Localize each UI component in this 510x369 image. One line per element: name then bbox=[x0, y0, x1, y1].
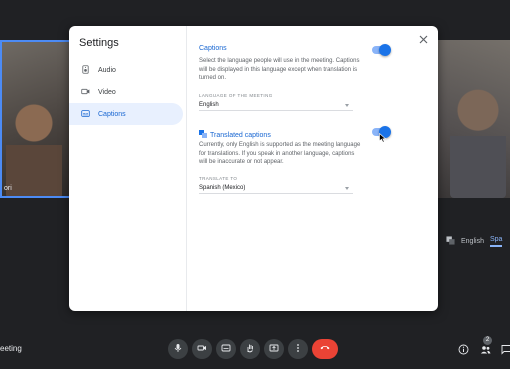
settings-sidebar: Settings Audio Video Captions bbox=[69, 26, 187, 311]
participant-video bbox=[450, 76, 506, 198]
nav-item-video[interactable]: Video bbox=[69, 81, 183, 103]
end-call-button[interactable] bbox=[312, 339, 338, 359]
nav-item-label: Video bbox=[98, 88, 116, 96]
meeting-language-select[interactable]: English bbox=[199, 100, 353, 111]
meeting-controls-bar: eeting 2 bbox=[0, 334, 510, 364]
translated-captions-section-title: Translated captions bbox=[199, 130, 271, 140]
settings-dialog: Settings Audio Video Captions Captions S… bbox=[69, 26, 438, 311]
participants-button[interactable]: 2 bbox=[480, 336, 492, 360]
participant-video bbox=[6, 90, 62, 196]
caption-language-bar: English Spa bbox=[446, 236, 503, 247]
present-icon bbox=[269, 340, 279, 358]
nav-item-label: Audio bbox=[98, 66, 116, 74]
chevron-down-icon bbox=[345, 103, 349, 107]
translate-to-value: Spanish (Mexico) bbox=[199, 185, 246, 191]
captions-description: Select the language people will use in t… bbox=[199, 58, 360, 81]
captions-icon bbox=[81, 109, 90, 120]
nav-item-audio[interactable]: Audio bbox=[69, 59, 183, 81]
caption-language-current[interactable]: English bbox=[461, 238, 484, 245]
captions-toggle[interactable] bbox=[372, 44, 391, 56]
participant-tile-right bbox=[438, 40, 510, 198]
info-icon bbox=[458, 342, 469, 359]
camera-button[interactable] bbox=[192, 339, 212, 359]
chat-button[interactable] bbox=[501, 342, 510, 360]
meeting-language-value: English bbox=[199, 102, 219, 108]
captions-section-title: Captions bbox=[199, 45, 227, 52]
meeting-title: eeting bbox=[0, 344, 22, 353]
meeting-info-button[interactable] bbox=[458, 342, 469, 360]
translate-to-select[interactable]: Spanish (Mexico) bbox=[199, 183, 353, 194]
more-options-icon bbox=[293, 340, 303, 358]
caption-language-target[interactable]: Spa bbox=[489, 236, 503, 247]
video-camera-icon bbox=[81, 87, 90, 98]
translate-icon bbox=[446, 236, 455, 247]
camera-icon bbox=[197, 340, 207, 358]
microphone-button[interactable] bbox=[168, 339, 188, 359]
captions-button[interactable] bbox=[216, 339, 236, 359]
meeting-language-label: Language of the meeting bbox=[199, 93, 273, 98]
present-button[interactable] bbox=[264, 339, 284, 359]
nav-item-captions[interactable]: Captions bbox=[69, 103, 183, 125]
raise-hand-button[interactable] bbox=[240, 339, 260, 359]
participants-count-badge: 2 bbox=[483, 336, 492, 345]
more-options-button[interactable] bbox=[288, 339, 308, 359]
mouse-pointer-icon bbox=[379, 133, 387, 143]
settings-title: Settings bbox=[79, 37, 119, 49]
close-button[interactable] bbox=[417, 34, 429, 46]
close-icon bbox=[419, 31, 428, 49]
translate-to-label: Translate to bbox=[199, 176, 238, 181]
captions-icon bbox=[221, 340, 231, 358]
chevron-down-icon bbox=[345, 186, 349, 190]
translated-captions-description: Currently, only English is supported as … bbox=[199, 142, 361, 165]
nav-item-label: Captions bbox=[98, 110, 126, 118]
chat-icon bbox=[501, 342, 510, 359]
end-call-icon bbox=[319, 340, 331, 358]
participant-tile-left: ori bbox=[0, 40, 70, 198]
translate-icon bbox=[199, 130, 207, 140]
microphone-icon bbox=[173, 340, 183, 358]
participant-name: ori bbox=[4, 185, 12, 192]
toggle-knob bbox=[379, 44, 391, 56]
raise-hand-icon bbox=[245, 340, 255, 358]
speaker-icon bbox=[81, 64, 90, 76]
translated-captions-title: Translated captions bbox=[210, 131, 271, 139]
